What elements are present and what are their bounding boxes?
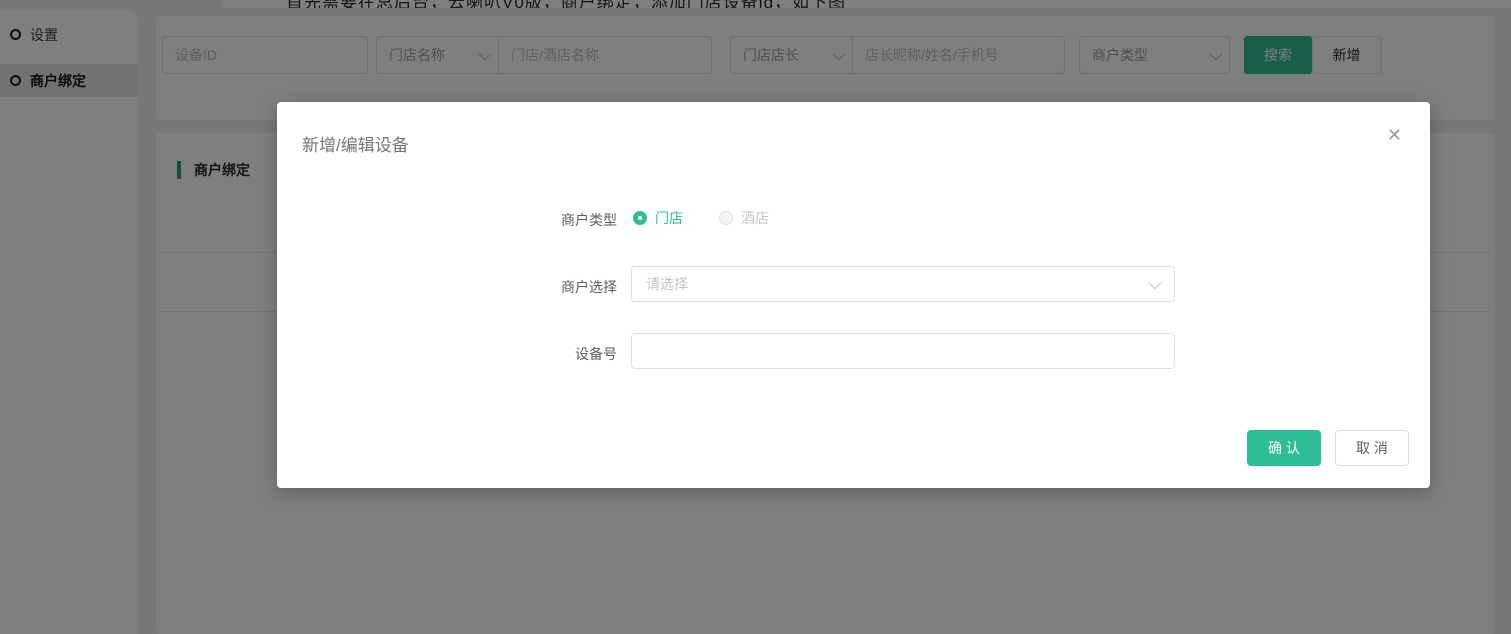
merchant-type-label: 商户类型 [561,212,617,228]
radio-store-label: 门店 [655,210,683,226]
device-no-input[interactable] [632,334,1174,368]
cancel-button-label: 取 消 [1356,440,1388,456]
radio-unselected-icon [719,211,733,225]
device-no-field [631,333,1175,369]
merchant-select-label: 商户选择 [561,279,617,295]
confirm-button-label: 确 认 [1268,440,1300,456]
modal-title: 新增/编辑设备 [302,136,409,155]
merchant-type-radio-group: 门店 酒店 [633,208,769,228]
add-edit-device-modal: 新增/编辑设备 ✕ 商户类型 门店 酒店 商户选择 请选择 设备号 确 认 取 … [277,102,1430,488]
app-root: 首先需要在总后台，云喇叭V0版，商户绑定，添加门店设备id，如下图 设置 商户绑… [0,0,1511,634]
cancel-button[interactable]: 取 消 [1335,430,1409,466]
chevron-down-icon [1148,276,1162,289]
merchant-select-placeholder: 请选择 [646,276,688,292]
radio-hotel-label: 酒店 [741,210,769,226]
radio-store[interactable]: 门店 [633,208,683,228]
merchant-select[interactable]: 请选择 [631,266,1175,302]
device-no-label: 设备号 [575,346,617,362]
confirm-button[interactable]: 确 认 [1247,430,1321,466]
radio-hotel[interactable]: 酒店 [719,208,769,228]
close-icon[interactable]: ✕ [1383,122,1406,148]
radio-selected-icon [633,211,647,225]
